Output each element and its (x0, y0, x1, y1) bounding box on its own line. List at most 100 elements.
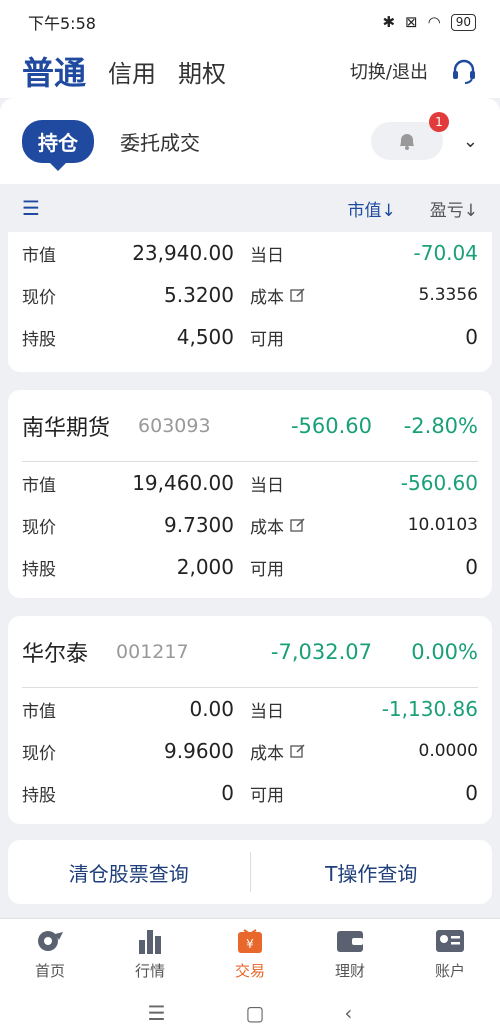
pl-percent: -2.80% (403, 413, 478, 438)
edit-icon[interactable] (290, 287, 306, 303)
account-header: 普通 信用 期权 切换/退出 (0, 44, 500, 98)
current-price: 9.9600 (164, 739, 234, 763)
edit-icon[interactable] (290, 517, 306, 533)
label-today: 当日 (250, 245, 284, 266)
market-value: 19,460.00 (132, 471, 234, 495)
nav-label: 理财 (334, 962, 365, 980)
today-pl: -560.60 (400, 471, 478, 495)
label-today: 当日 (250, 475, 284, 496)
total-pl: -560.60 (290, 413, 372, 438)
shares-held: 0 (221, 781, 234, 805)
t-operation-button[interactable]: T操作查询 (251, 858, 493, 887)
position-subtabs: 持仓 委托成交 1 ⌄ (0, 98, 500, 184)
holding-card[interactable]: 南华期货 603093 -560.60 -2.80% 市值 19,460.00 … (8, 390, 492, 598)
sim-icon: ⊠ (405, 13, 418, 31)
stock-name: 华尔泰 (22, 641, 89, 667)
holding-card-header: 南华期货 603093 -560.60 -2.80% (22, 390, 478, 462)
account-icon (436, 930, 464, 952)
status-icons: ✱ ⊠ ◠ 90 (382, 13, 476, 31)
stock-code: 001217 (116, 640, 189, 663)
switch-logout-link[interactable]: 切换/退出 (350, 58, 428, 84)
tab-normal[interactable]: 普通 (22, 48, 86, 94)
nav-label: 账户 (434, 962, 465, 980)
menu-icon[interactable]: ☰ (148, 1001, 166, 1025)
row-price: 现价 9.7300 成本 10.0103 (22, 504, 478, 546)
row-price: 现价 9.9600 成本 0.0000 (22, 730, 478, 772)
holding-card[interactable]: 华尔泰 001217 -7,032.07 0.00% 市值 0.00 当日 -1… (8, 616, 492, 824)
total-pl: -7,032.07 (270, 639, 372, 664)
label-cost: 成本 (250, 287, 284, 308)
label-market-value: 市值 (22, 245, 56, 266)
query-button-bar: 清仓股票查询 T操作查询 (8, 840, 492, 904)
system-nav-bar: ☰ ▢ ‹ (0, 990, 500, 1035)
edit-icon[interactable] (290, 743, 306, 759)
tab-orders[interactable]: 委托成交 (120, 127, 200, 156)
current-price: 9.7300 (164, 513, 234, 537)
today-pl: -1,130.86 (381, 697, 478, 721)
bell-icon (399, 134, 414, 150)
label-available: 可用 (250, 559, 284, 580)
row-shares: 持股 4,500 可用 0 (22, 316, 478, 358)
shares-held: 2,000 (176, 555, 234, 579)
nav-account[interactable]: 账户 (400, 919, 500, 990)
cost-price: 5.3356 (418, 285, 478, 305)
nav-market[interactable]: 行情 (100, 919, 200, 990)
row-shares: 持股 2,000 可用 0 (22, 546, 478, 588)
bluetooth-icon: ✱ (382, 13, 396, 31)
nav-label: 首页 (34, 962, 65, 980)
row-price: 现价 5.3200 成本 5.3356 (22, 274, 478, 316)
row-market-value: 市值 19,460.00 当日 -560.60 (22, 462, 478, 504)
nav-label: 交易 (234, 962, 265, 980)
market-value: 23,940.00 (132, 241, 234, 265)
home-square-icon[interactable]: ▢ (246, 1001, 265, 1025)
status-time: 下午5:58 (28, 14, 96, 33)
shares-available: 0 (465, 325, 478, 349)
label-today: 当日 (250, 701, 284, 722)
nav-trade[interactable]: ¥ 交易 (200, 919, 300, 990)
label-market-value: 市值 (22, 701, 56, 722)
nav-wealth[interactable]: 理财 (300, 919, 400, 990)
wallet-icon (337, 931, 363, 952)
tab-credit[interactable]: 信用 (108, 54, 156, 89)
today-pl: -70.04 (413, 241, 478, 265)
label-available: 可用 (250, 785, 284, 806)
stock-name: 南华期货 (22, 415, 111, 441)
label-shares: 持股 (22, 559, 56, 580)
row-market-value: 市值 0.00 当日 -1,130.86 (22, 688, 478, 730)
holding-card[interactable]: 市值 23,940.00 当日 -70.04 现价 5.3200 成本 5.33… (8, 232, 492, 372)
label-price: 现价 (22, 517, 56, 538)
sort-bar: ☰ 市值↓ 盈亏↓ (0, 184, 500, 232)
list-view-icon[interactable]: ☰ (22, 196, 40, 220)
label-price: 现价 (22, 743, 56, 764)
back-icon[interactable]: ‹ (344, 1001, 352, 1025)
holding-card-header: 华尔泰 001217 -7,032.07 0.00% (22, 616, 478, 688)
label-cost: 成本 (250, 743, 284, 764)
tab-holdings[interactable]: 持仓 (22, 119, 94, 163)
sort-market-value[interactable]: 市值↓ (348, 196, 396, 221)
status-bar: 下午5:58 ✱ ⊠ ◠ 90 (0, 0, 500, 44)
trade-icon: ¥ (238, 929, 262, 953)
cleared-stocks-button[interactable]: 清仓股票查询 (8, 858, 250, 887)
tab-options[interactable]: 期权 (178, 54, 226, 89)
cost-label-group: 成本 (250, 513, 306, 538)
shares-available: 0 (465, 555, 478, 579)
home-icon (38, 931, 63, 951)
label-price: 现价 (22, 287, 56, 308)
battery-icon: 90 (450, 13, 476, 31)
cost-price: 10.0103 (407, 515, 478, 535)
headset-icon[interactable] (450, 57, 478, 85)
label-available: 可用 (250, 329, 284, 350)
chevron-down-icon[interactable]: ⌄ (463, 131, 478, 152)
cost-label-group: 成本 (250, 283, 306, 308)
cost-price: 0.0000 (418, 741, 478, 761)
row-market-value: 市值 23,940.00 当日 -70.04 (22, 232, 478, 274)
svg-text:¥: ¥ (246, 937, 254, 951)
nav-home[interactable]: 首页 (0, 919, 100, 990)
market-value: 0.00 (189, 697, 234, 721)
sort-profit-loss[interactable]: 盈亏↓ (430, 196, 478, 221)
bottom-nav: 首页 行情 ¥ 交易 理财 账户 (0, 918, 500, 990)
shares-held: 4,500 (176, 325, 234, 349)
label-market-value: 市值 (22, 475, 56, 496)
row-shares: 持股 0 可用 0 (22, 772, 478, 814)
alert-button[interactable]: 1 (370, 112, 449, 160)
